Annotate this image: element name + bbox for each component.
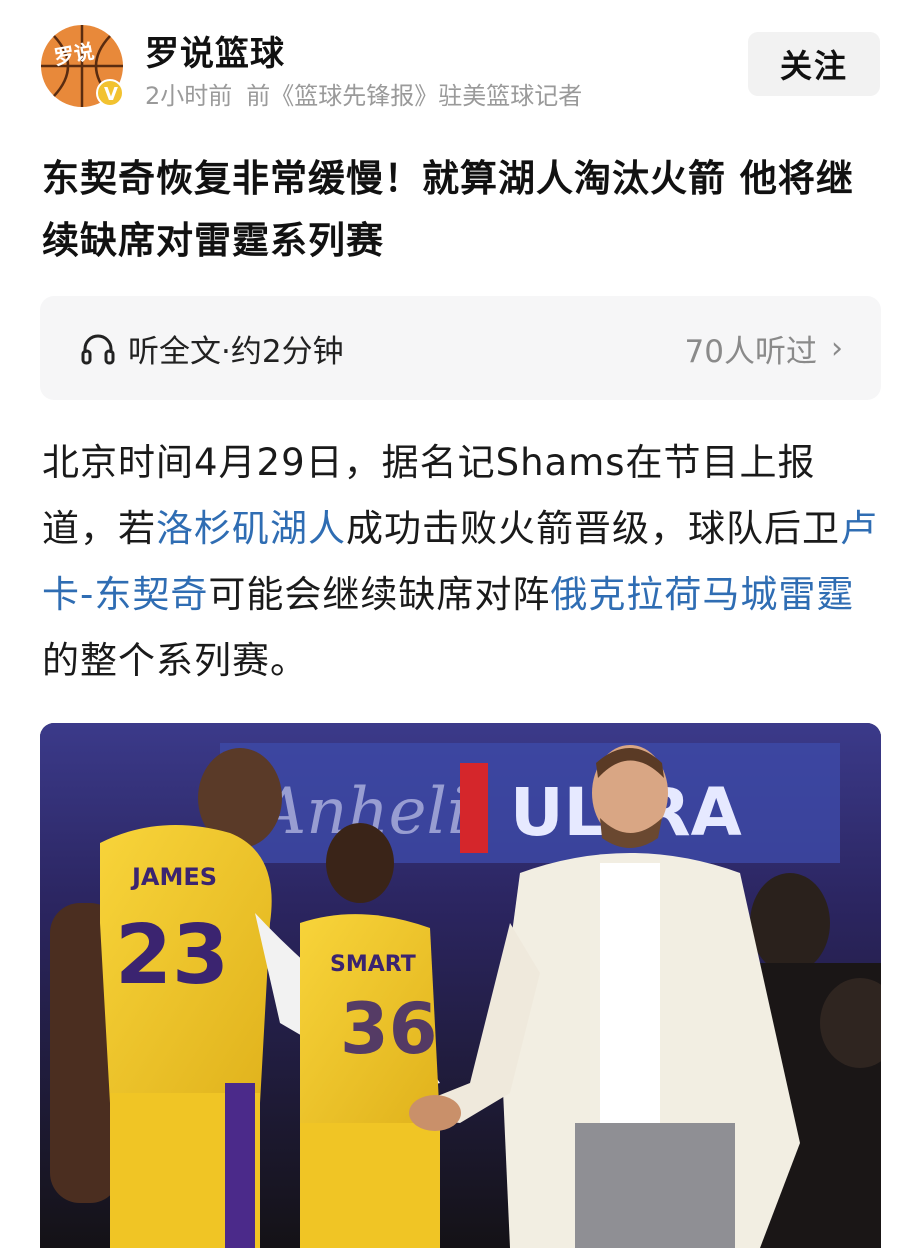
jersey-smart-number: 36 [340,988,437,1070]
author-bio: 前《篮球先锋报》驻美篮球记者 [246,82,583,110]
basketball-avatar-icon: 罗说 V [41,25,124,107]
basketball-photo: Anheli ULTRA JAMES 23 SMART 36 [40,723,881,1248]
link-lakers[interactable]: 洛杉矶湖人 [156,507,346,550]
headphones-icon [81,334,115,364]
jersey-james-name: JAMES [130,863,217,891]
article-photo[interactable]: Anheli ULTRA JAMES 23 SMART 36 [40,723,881,1248]
link-thunder[interactable]: 俄克拉荷马城雷霆 [550,573,854,616]
author-meta: 2小时前 前《篮球先锋报》驻美篮球记者 [145,76,596,111]
listener-count: 70人听过 [684,334,817,370]
author-name[interactable]: 罗说篮球 [145,26,285,75]
listen-right: 70人听过 › [685,326,843,371]
jersey-smart-name: SMART [330,952,416,977]
author-avatar[interactable]: 罗说 V [40,24,124,108]
listen-label: 听全文·约2分钟 [128,334,344,370]
jersey-james-number: 23 [115,908,229,1003]
article-title: 东契奇恢复非常缓慢！就算湖人淘汰火箭 他将继续缺席对雷霆系列赛 [42,157,854,262]
author-header: 罗说 V 罗说篮球 2小时前 前《篮球先锋报》驻美篮球记者 关注 [0,0,922,120]
chevron-right-icon: › [831,331,843,366]
follow-button[interactable]: 关注 [748,32,880,96]
post-time: 2小时前 [145,82,233,110]
verified-badge-icon: V [104,84,118,105]
article-body: 北京时间4月29日，据名记Shams在节目上报道，若洛杉矶湖人成功击败火箭晋级，… [42,430,887,694]
body-text-2: 成功击败火箭晋级，球队后卫 [346,507,840,550]
body-text-3: 可能会继续缺席对阵 [208,573,551,616]
listen-left: 听全文·约2分钟 [80,326,344,371]
body-text-4: 的整个系列赛。 [42,639,308,682]
listen-full-text-bar[interactable]: 听全文·约2分钟 70人听过 › [40,296,881,400]
